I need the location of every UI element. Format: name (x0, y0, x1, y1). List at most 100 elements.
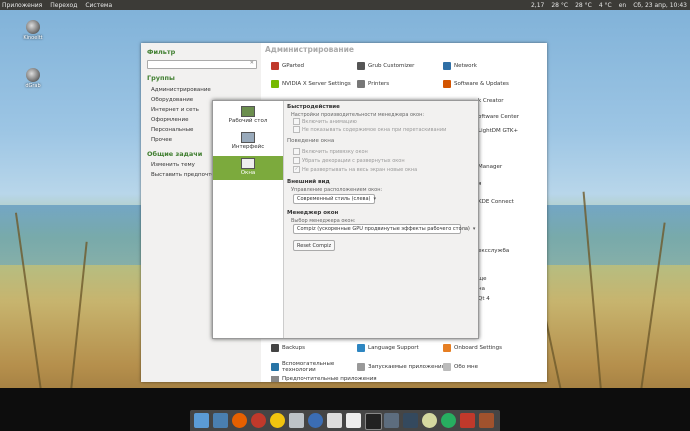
side-item-windows[interactable]: Окна (213, 156, 283, 180)
checkbox-window-snapping[interactable]: Включить привязку окон (293, 148, 368, 155)
app-label: Запускаемые приложения (368, 364, 445, 370)
behav-title: Поведение окна (287, 138, 335, 144)
monitor-icon[interactable] (403, 413, 418, 428)
app-icon (26, 68, 40, 82)
group-item-other[interactable]: Прочее (151, 137, 172, 143)
task-change-theme[interactable]: Изменить тему (151, 162, 195, 168)
app-network[interactable]: Network (443, 62, 477, 70)
terminal-icon[interactable] (365, 413, 382, 430)
app-language-support[interactable]: Language Support (357, 344, 419, 352)
app-partial-4[interactable]: Manager (478, 164, 502, 170)
chevron-down-icon: ▾ (373, 196, 377, 202)
settings-icon[interactable] (251, 413, 266, 428)
app-label: oftware Center (478, 114, 520, 120)
app-label: Backups (282, 345, 306, 351)
select-value: Compiz (ускоренные GPU продвинутые эффек… (297, 226, 470, 232)
group-item-hardware[interactable]: Оборудование (151, 97, 193, 103)
indicator-keyboard-layout[interactable]: en (619, 2, 627, 9)
app-printers[interactable]: Printers (357, 80, 389, 88)
app-onboard-settings[interactable]: Onboard Settings (443, 344, 502, 352)
mail-icon[interactable] (289, 413, 304, 428)
thunderbird-icon[interactable] (308, 413, 323, 428)
filter-search-input[interactable]: ✕ (147, 60, 257, 69)
app-partial-1[interactable]: k Creator (478, 98, 503, 104)
files-icon[interactable] (346, 413, 361, 428)
group-item-internet[interactable]: Интернет и сеть (151, 107, 199, 113)
app-partial-10[interactable]: Qt 4 (478, 296, 490, 302)
checkbox-enable-animation[interactable]: Включить анимацию (293, 118, 357, 125)
calculator-icon[interactable] (384, 413, 399, 428)
group-item-personal[interactable]: Персональные (151, 127, 193, 133)
indicator-temp-2[interactable]: 28 °C (575, 2, 592, 9)
indicator-clock[interactable]: Сб, 23 апр, 10:43 (633, 2, 687, 9)
language-icon (357, 344, 365, 352)
select-value: Современный стиль (слева) (297, 196, 371, 202)
app-partial-2[interactable]: oftware Center (478, 114, 519, 120)
startup-icon (357, 363, 365, 371)
groups-title: Группы (147, 74, 175, 82)
desktop-launcher[interactable]: dGrab (18, 68, 48, 89)
desktop-icon-label: Kinoeltt (23, 35, 43, 41)
interface-icon (241, 132, 255, 143)
window-manager-select[interactable]: Compiz (ускоренные GPU продвинутые эффек… (293, 224, 475, 234)
firefox-icon[interactable] (232, 413, 247, 428)
onion-icon[interactable] (422, 413, 437, 428)
clear-icon[interactable]: ✕ (250, 60, 254, 66)
finder-icon[interactable] (194, 413, 209, 428)
eye-icon[interactable] (441, 413, 456, 428)
app-label: NVIDIA X Server Settings (282, 81, 351, 87)
app-partial-9[interactable]: на (478, 286, 485, 292)
group-item-appearance[interactable]: Оформление (151, 117, 189, 123)
app-startup-applications[interactable]: Запускаемые приложения (357, 363, 445, 371)
app-label: ексслужба (478, 248, 510, 254)
app-accessibility[interactable]: Вспомогательные технологии (271, 361, 341, 373)
people-icon[interactable] (327, 413, 342, 428)
app-label: Software & Updates (454, 81, 509, 87)
dialog-content: Быстродействие Настройки производительно… (287, 101, 475, 338)
software-updates-icon (443, 80, 451, 88)
network-icon (443, 62, 451, 70)
archive-icon[interactable] (479, 413, 494, 428)
side-item-label: Интерфейс (231, 144, 265, 150)
app-nvidia-settings[interactable]: NVIDIA X Server Settings (271, 80, 351, 88)
tools-icon[interactable] (460, 413, 475, 428)
app-grub-customizer[interactable]: Grub Customizer (357, 62, 414, 70)
app-gparted[interactable]: GParted (271, 62, 304, 70)
checkbox-remove-decorations[interactable]: Убрать декорации с развернутых окон (293, 157, 405, 164)
indicator-temp-1[interactable]: 28 °C (551, 2, 568, 9)
app-software-updates[interactable]: Software & Updates (443, 80, 509, 88)
checkbox-label: Включить анимацию (302, 118, 357, 125)
admin-title: Администрирование (265, 45, 354, 54)
checkbox-hide-window-content[interactable]: Не показывать содержимое окна при перета… (293, 126, 446, 133)
menu-applications[interactable]: Приложения (2, 2, 42, 9)
app-partial-6[interactable]: KDE Connect (478, 199, 514, 205)
dialog-sidebar: Рабочий стол Интерфейс Окна (213, 101, 284, 338)
app-backups[interactable]: Backups (271, 344, 305, 352)
app-partial-3[interactable]: LightDM GTK+ (478, 128, 518, 134)
app-partial-8[interactable]: ще (478, 276, 487, 282)
desktop-icon[interactable] (213, 413, 228, 428)
wm-title: Менеджер окон (287, 210, 339, 216)
app-label: Language Support (368, 345, 419, 351)
notes-icon[interactable] (270, 413, 285, 428)
window-layout-select[interactable]: Современный стиль (слева) ▾ (293, 194, 377, 204)
app-label: на (478, 286, 485, 292)
backups-icon (271, 344, 279, 352)
group-item-admin[interactable]: Администрирование (151, 87, 211, 93)
indicator-weather[interactable]: 4 °C (599, 2, 612, 9)
desktop-launcher[interactable]: Kinoeltt (18, 20, 48, 41)
app-preferred-applications[interactable]: Предпочтительные приложения (271, 376, 377, 382)
app-partial-7[interactable]: ексслужба (478, 248, 509, 254)
preferred-apps-icon (271, 376, 279, 382)
side-item-interface[interactable]: Интерфейс (213, 130, 283, 154)
menu-places[interactable]: Переход (50, 2, 77, 9)
menu-system[interactable]: Система (85, 2, 112, 9)
checkbox-box (293, 157, 300, 164)
reset-compiz-button[interactable]: Reset Compiz (293, 240, 336, 251)
checkbox-no-maximize-new[interactable]: ✓ Не развертывать на весь экран новые окн… (293, 166, 417, 173)
checkbox-box: ✓ (293, 166, 300, 173)
side-item-desktop[interactable]: Рабочий стол (213, 104, 283, 128)
checkbox-box (293, 148, 300, 155)
indicator-load[interactable]: 2,17 (531, 2, 544, 9)
app-about-me[interactable]: Обо мне (443, 363, 478, 371)
